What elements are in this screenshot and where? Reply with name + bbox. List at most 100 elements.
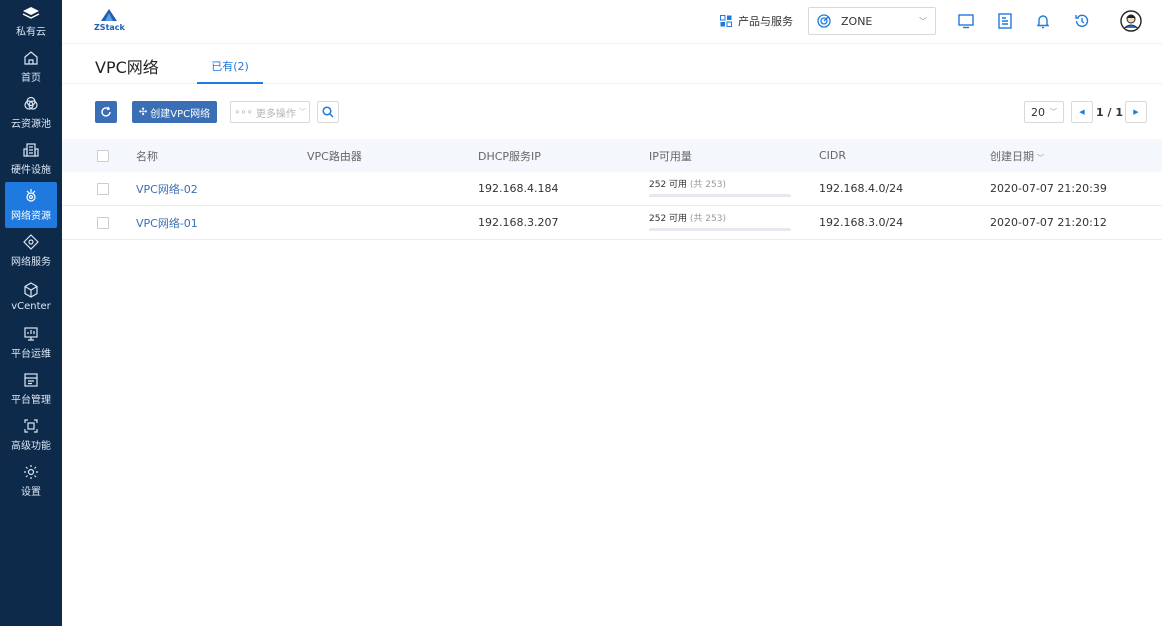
grid-icon [720, 15, 732, 27]
building-icon [23, 143, 39, 157]
column-header-date-label: 创建日期 [990, 149, 1034, 163]
sidebar-item-home[interactable]: 首页 [0, 44, 62, 90]
cloud-layers-icon [22, 7, 40, 19]
ip-usage-bar [649, 227, 791, 231]
sidebar-item-advanced[interactable]: 高级功能 [0, 412, 62, 458]
column-header-dhcp[interactable]: DHCP服务IP [478, 148, 649, 164]
toolbar: ✣ 创建VPC网络 ∘∘∘ 更多操作 ﹀ 20 ﹀ ◀ 1 / 1 ▶ [62, 98, 1162, 128]
sidebar-item-label: 设置 [21, 487, 41, 498]
zone-select[interactable]: ZONE ﹀ [808, 7, 936, 35]
sidebar-item-hardware[interactable]: 硬件设施 [0, 136, 62, 182]
sidebar-item-settings[interactable]: 设置 [0, 458, 62, 504]
column-header-cidr[interactable]: CIDR [819, 149, 990, 162]
sidebar-item-label: 高级功能 [11, 441, 51, 452]
next-page-button[interactable]: ▶ [1125, 101, 1147, 123]
create-vpc-label: 创建VPC网络 [150, 108, 211, 120]
search-icon [322, 106, 334, 118]
dhcp-cell: 192.168.4.184 [478, 182, 559, 195]
top-header: ZStack 产品与服务 ZONE ﹀ [62, 0, 1162, 44]
network-service-icon [23, 234, 39, 250]
vpc-name-link[interactable]: VPC网络-02 [136, 183, 198, 196]
column-header-ip[interactable]: IP可用量 [649, 148, 819, 164]
sidebar-item-label: 首页 [21, 73, 41, 84]
ip-total: (共 253) [689, 213, 726, 224]
history-button[interactable] [1073, 12, 1091, 30]
pager-info: 1 / 1 [1096, 106, 1123, 119]
column-header-name[interactable]: 名称 [136, 148, 307, 164]
table-header: 名称 VPC路由器 DHCP服务IP IP可用量 CIDR 创建日期 ﹀ [62, 139, 1162, 172]
dhcp-cell: 192.168.3.207 [478, 216, 559, 229]
sidebar-item-cloud-resources[interactable]: 云资源池 [0, 90, 62, 136]
table-row[interactable]: VPC网络-01 192.168.3.207 252 可用 (共 253) 19… [62, 206, 1162, 240]
vpc-name-link[interactable]: VPC网络-01 [136, 217, 198, 230]
network-resource-icon [26, 189, 36, 202]
date-cell: 2020-07-07 21:20:39 [990, 182, 1107, 195]
column-header-date[interactable]: 创建日期 ﹀ [990, 148, 1160, 164]
scan-frame-icon [24, 419, 38, 433]
chevron-down-icon: ﹀ [919, 16, 927, 26]
sidebar-item-vcenter[interactable]: vCenter [0, 274, 62, 320]
row-checkbox[interactable] [97, 216, 109, 229]
caret-left-icon: ◀ [1079, 108, 1085, 116]
products-services-menu[interactable]: 产品与服务 [720, 13, 793, 29]
refresh-button[interactable] [95, 101, 117, 123]
page-title: VPC网络 [95, 58, 159, 77]
search-button[interactable] [317, 101, 339, 123]
create-vpc-button[interactable]: ✣ 创建VPC网络 [132, 101, 217, 123]
sidebar-item-label: 云资源池 [11, 119, 51, 130]
ip-usage: 252 可用 (共 253) [649, 211, 819, 231]
cidr-cell: 192.168.4.0/24 [819, 182, 904, 195]
gear-icon [24, 465, 38, 479]
bell-icon [1036, 15, 1050, 29]
more-actions-label: 更多操作 [255, 108, 296, 120]
sidebar-item-label: 平台运维 [11, 349, 51, 360]
logo-text: ZStack [94, 23, 125, 32]
ellipsis-icon: ∘∘∘ [234, 106, 253, 118]
page-size-value: 20 [1031, 105, 1045, 119]
zstack-logo-icon [101, 9, 118, 21]
document-icon [998, 13, 1012, 29]
more-actions-button[interactable]: ∘∘∘ 更多操作 ﹀ [230, 101, 310, 123]
sidebar-item-network-resources[interactable]: 网络资源 [5, 182, 57, 228]
plus-icon: ✣ [138, 106, 148, 118]
caret-right-icon: ▶ [1133, 108, 1139, 116]
refresh-icon [101, 106, 111, 117]
zone-icon [817, 14, 831, 28]
date-cell: 2020-07-07 21:20:12 [990, 216, 1107, 229]
brand[interactable]: 私有云 [0, 0, 62, 44]
ip-usage-fill [649, 227, 650, 231]
management-icon [24, 373, 38, 387]
page-size-select[interactable]: 20 ﹀ [1024, 101, 1064, 123]
tab-existing[interactable]: 已有(2) [197, 58, 263, 84]
prev-page-button[interactable]: ◀ [1071, 101, 1093, 123]
row-checkbox[interactable] [97, 182, 109, 195]
ip-usage: 252 可用 (共 253) [649, 177, 819, 197]
user-menu[interactable] [1120, 10, 1142, 32]
sidebar-item-platform-management[interactable]: 平台管理 [0, 366, 62, 412]
sidebar-item-label: 网络资源 [11, 211, 51, 222]
notification-button[interactable] [1034, 12, 1052, 30]
select-all-checkbox[interactable] [97, 149, 109, 162]
logo[interactable]: ZStack [94, 8, 125, 32]
cube-icon [24, 282, 38, 298]
cidr-cell: 192.168.3.0/24 [819, 216, 904, 229]
products-label: 产品与服务 [738, 15, 793, 28]
document-button[interactable] [996, 12, 1014, 30]
table-row[interactable]: VPC网络-02 192.168.4.184 252 可用 (共 253) 19… [62, 172, 1162, 206]
sidebar-item-label: 网络服务 [11, 257, 51, 268]
sidebar-item-network-services[interactable]: 网络服务 [0, 228, 62, 274]
brand-label: 私有云 [16, 27, 46, 38]
ip-usage-fill [649, 193, 650, 197]
monitor-icon [958, 14, 974, 29]
home-icon [24, 51, 38, 65]
ip-usage-bar [649, 193, 791, 197]
console-button[interactable] [957, 12, 975, 30]
sidebar-item-platform-ops[interactable]: 平台运维 [0, 320, 62, 366]
resource-pool-icon [24, 96, 38, 110]
vpc-table: 名称 VPC路由器 DHCP服务IP IP可用量 CIDR 创建日期 ﹀ VPC网… [62, 139, 1162, 240]
monitor-chart-icon [24, 327, 38, 341]
chevron-down-icon: ﹀ [1050, 108, 1057, 116]
zone-label: ZONE [841, 14, 873, 28]
column-header-router[interactable]: VPC路由器 [307, 148, 478, 164]
user-avatar-icon [1120, 10, 1142, 32]
